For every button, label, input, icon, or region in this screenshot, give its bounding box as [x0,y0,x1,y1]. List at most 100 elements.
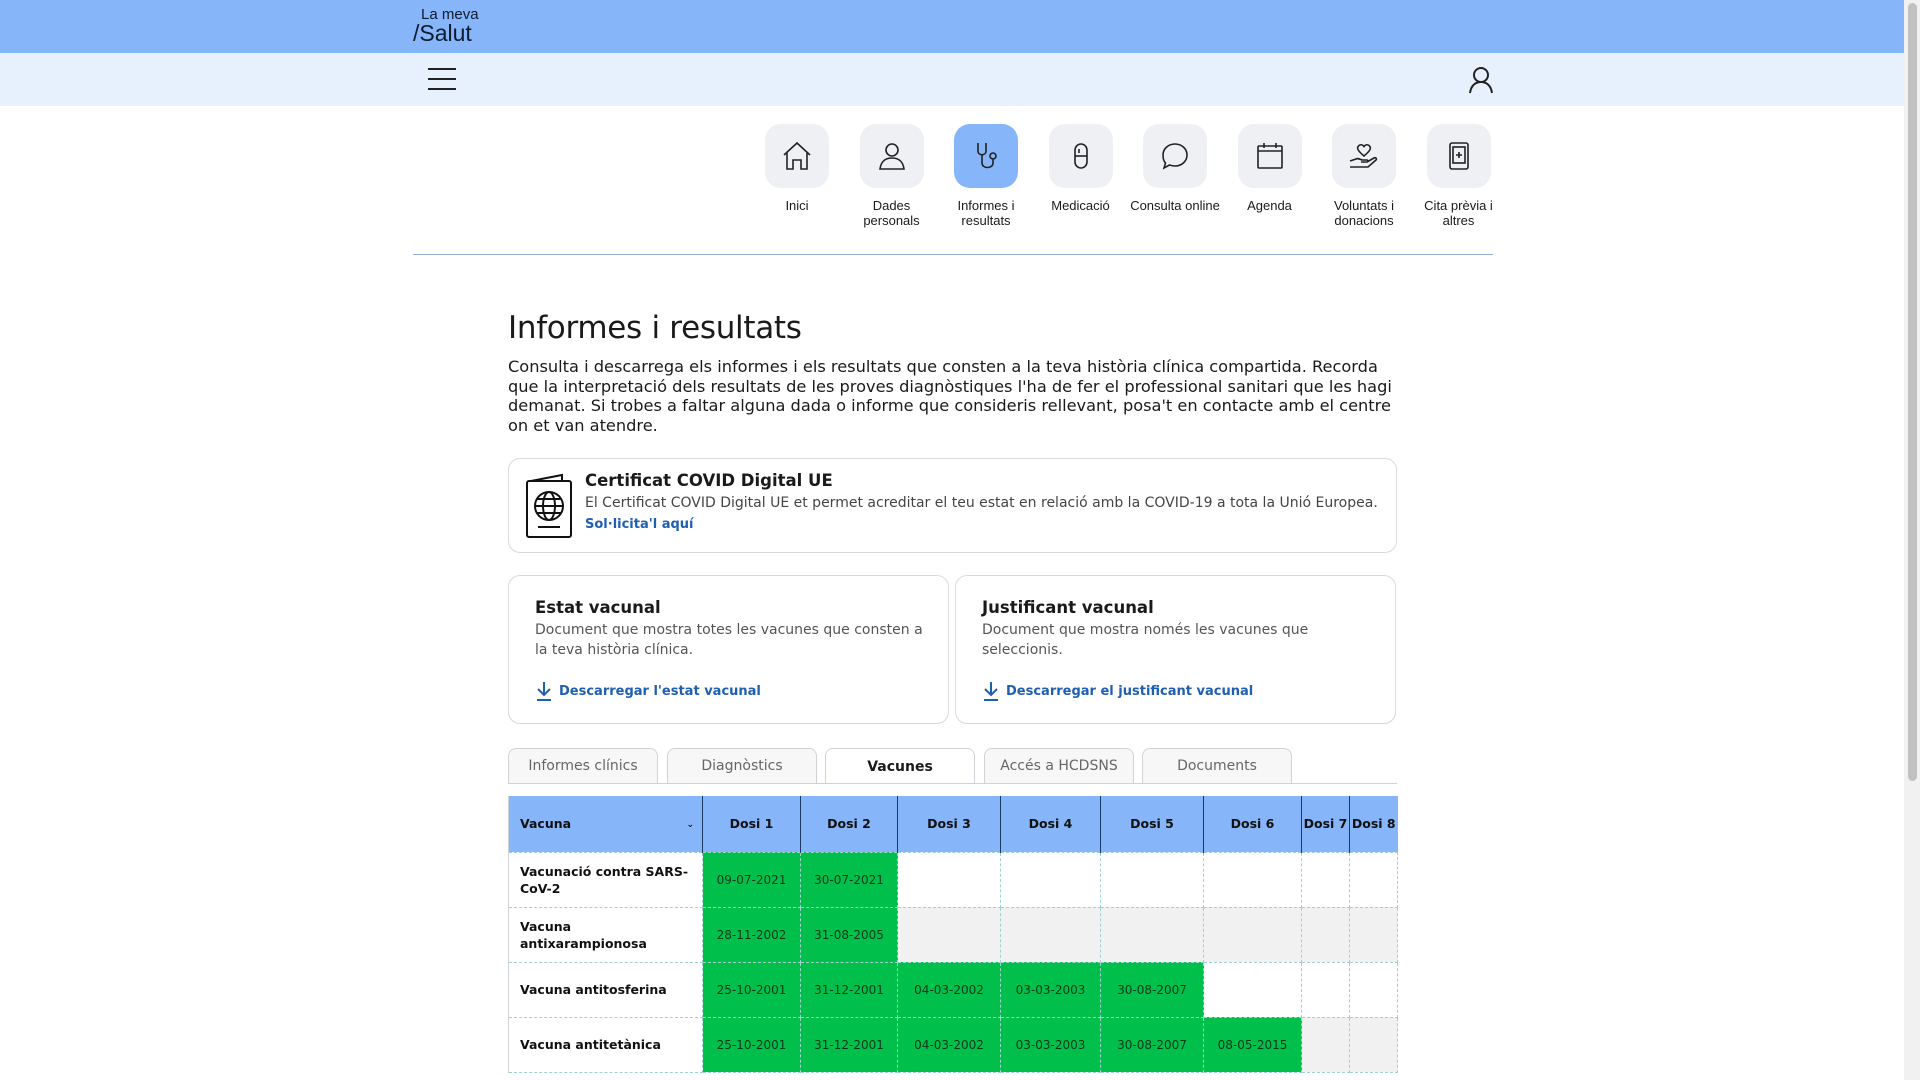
nav-bar [0,53,1904,106]
logo-line2: /Salut [413,20,472,46]
menu-divider [413,254,1493,255]
table-row: Vacuna antixarampionosa 28-11-2002 31-08-2… [508,906,1398,963]
dose-cell: 30-08-2007 [1100,961,1204,1018]
dose-cell [1349,961,1398,1018]
menu-item-dades-personals[interactable]: Dades personals [859,124,924,228]
tab-documents[interactable]: Documents [1142,748,1292,783]
vaccine-name-cell: Vacuna antitosferina [508,961,703,1018]
covid-title: Certificat COVID Digital UE [585,471,833,490]
column-header: Dosi 1 [702,796,801,852]
tab-acces-hcdsns[interactable]: Accés a HCDSNS [984,748,1134,783]
chat-bubble-icon [1143,124,1207,188]
covid-description: El Certificat COVID Digital UE et permet… [585,495,1378,511]
sort-arrow-icon[interactable]: ⌄ [686,820,694,830]
covid-certificate-card: Certificat COVID Digital UE El Certifica… [508,458,1397,553]
dose-cell: 31-12-2001 [800,1016,898,1073]
passport-globe-icon [526,473,572,538]
menu-item-inici[interactable]: Inici [765,124,829,228]
dose-cell: 31-08-2005 [800,906,898,963]
table-row: Vacuna antitosferina 25-10-2001 31-12-2001… [508,961,1398,1018]
download-icon [537,682,551,701]
dose-cell [1203,906,1302,963]
tab-informes-clinics[interactable]: Informes clínics [508,748,658,783]
dose-cell [1100,906,1204,963]
dose-cell: 31-12-2001 [800,961,898,1018]
dose-cell: 03-03-2003 [1000,1016,1101,1073]
vaccine-name-cell: Vacuna antixarampionosa [508,906,703,963]
dose-cell: 30-07-2021 [800,851,898,908]
dose-cell [1000,851,1101,908]
download-justificant-label: Descarregar el justificant vacunal [1006,683,1254,699]
column-header: Dosi 6 [1203,796,1302,852]
dose-cell [897,906,1001,963]
menu-label: Consulta online [1130,198,1220,213]
justificant-title: Justificant vacunal [982,598,1154,617]
download-justificant-link[interactable]: Descarregar el justificant vacunal [982,681,1253,701]
dose-cell [1203,961,1302,1018]
dose-cell [1301,1016,1350,1073]
dose-cell: 03-03-2003 [1000,961,1101,1018]
menu-item-agenda[interactable]: Agenda [1237,124,1302,228]
app-logo[interactable]: La meva /Salut [413,7,479,45]
table-header-row: Vacuna ⌄ Dosi 1 Dosi 2 Dosi 3 Dosi 4 Dosi… [508,796,1398,852]
vaccines-table: Vacuna ⌄ Dosi 1 Dosi 2 Dosi 3 Dosi 4 Dosi… [508,796,1398,1073]
stethoscope-icon [954,124,1018,188]
dose-cell: 25-10-2001 [702,961,801,1018]
header-label: Vacuna [520,816,572,832]
column-header: Dosi 2 [800,796,898,852]
menu-item-consulta-online[interactable]: Consulta online [1130,124,1220,228]
covid-request-link[interactable]: Sol·licita'l aquí [585,517,694,532]
column-header: Dosi 4 [1000,796,1101,852]
table-row: Vacunació contra SARS-CoV-2 09-07-2021 30-… [508,851,1398,908]
person-icon [859,124,924,188]
menu-label: Agenda [1247,198,1292,213]
menu-label: Cita prèvia i altres [1424,198,1493,228]
page-scrollbar[interactable] [1904,0,1920,1080]
column-header: Dosi 7 [1301,796,1350,852]
dose-cell [1301,906,1350,963]
download-estat-link[interactable]: Descarregar l'estat vacunal [535,681,761,701]
pill-icon [1048,124,1113,188]
table-row: Vacuna antitetànica 25-10-2001 31-12-2001 0… [508,1016,1398,1073]
column-header: Dosi 3 [897,796,1001,852]
dose-cell [1301,851,1350,908]
dose-cell: 09-07-2021 [702,851,801,908]
dose-cell [1349,906,1398,963]
dose-cell [1000,906,1101,963]
tablet-medical-icon [1426,124,1491,188]
section-menu: Inici Dades personals Informes i resulta… [765,124,1493,228]
column-header-vacuna[interactable]: Vacuna ⌄ [508,796,703,852]
vaccine-name-cell: Vacunació contra SARS-CoV-2 [508,851,703,908]
tab-vacunes[interactable]: Vacunes [825,748,975,784]
menu-item-voluntats-donacions[interactable]: Voluntats i donacions [1332,124,1396,228]
scrollbar-thumb[interactable] [1908,3,1917,781]
home-icon [765,124,829,188]
tab-diagnostics[interactable]: Diagnòstics [667,748,817,783]
estat-title: Estat vacunal [535,598,661,617]
menu-label: Voluntats i donacions [1334,198,1394,228]
results-tabs: Informes clínics Diagnòstics Vacunes Acc… [508,748,1397,784]
menu-label: Informes i resultats [957,198,1015,228]
dose-cell: 04-03-2002 [897,1016,1001,1073]
menu-item-medicacio[interactable]: Medicació [1048,124,1113,228]
menu-item-informes-resultats[interactable]: Informes i resultats [954,124,1018,228]
page-title: Informes i resultats [508,310,802,346]
dose-cell: 25-10-2001 [702,1016,801,1073]
estat-description: Document que mostra totes les vacunes qu… [535,622,923,658]
justificant-description: Document que mostra només les vacunes qu… [982,622,1309,658]
menu-label: Inici [785,198,809,213]
heart-hand-icon [1332,124,1396,188]
dose-cell [1301,961,1350,1018]
dose-cell [1349,1016,1398,1073]
dose-cell [1203,851,1302,908]
dose-cell [1100,851,1204,908]
menu-item-cita-previa[interactable]: Cita prèvia i altres [1424,124,1493,228]
dose-cell [897,851,1001,908]
download-estat-label: Descarregar l'estat vacunal [559,683,761,699]
dose-cell [1349,851,1398,908]
column-header: Dosi 5 [1100,796,1204,852]
user-profile-icon[interactable] [1468,66,1494,94]
hamburger-menu-icon[interactable] [428,68,456,90]
column-header: Dosi 8 [1349,796,1398,852]
dose-cell: 08-05-2015 [1203,1016,1302,1073]
